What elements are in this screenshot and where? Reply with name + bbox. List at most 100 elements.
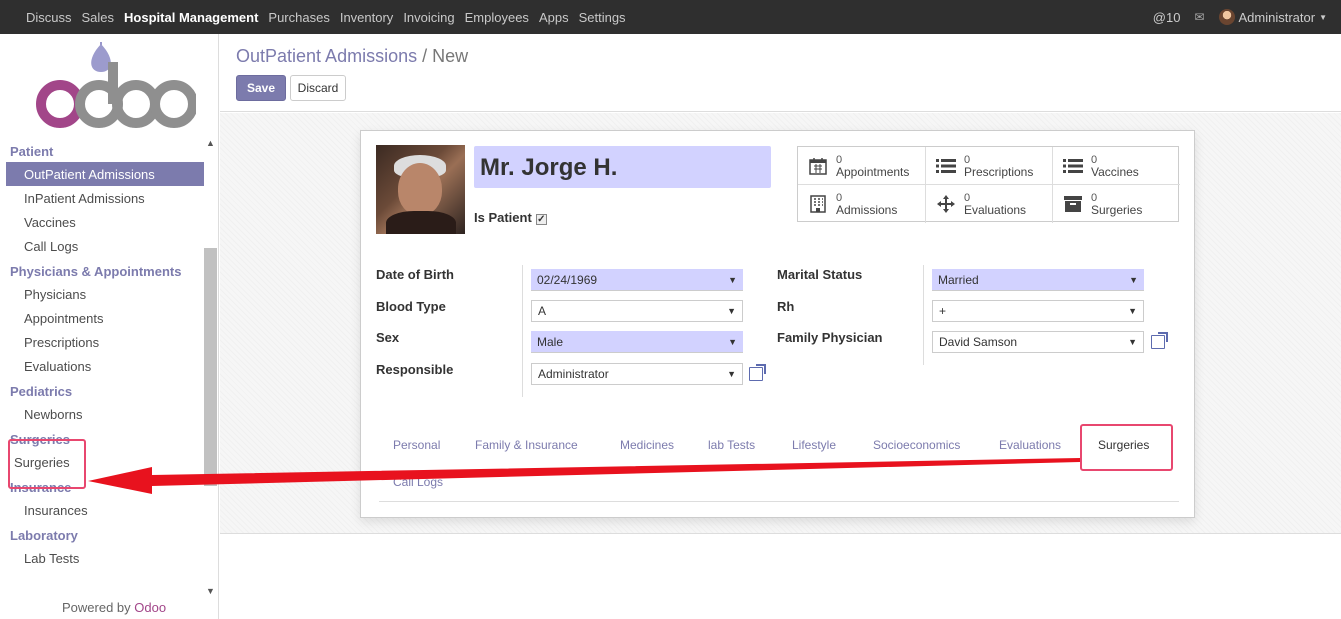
- sidebar-item-prescriptions[interactable]: Prescriptions: [6, 330, 204, 354]
- sidebar-item-inpatient-admissions[interactable]: InPatient Admissions: [6, 186, 204, 210]
- vaccines-stat-button[interactable]: 0 Vaccines: [1053, 147, 1180, 185]
- chat-button[interactable]: ✉: [1194, 10, 1204, 24]
- sex-select[interactable]: Male ▼: [531, 331, 743, 353]
- chevron-down-icon: ▼: [727, 306, 736, 316]
- dob-input[interactable]: 02/24/1969 ▼: [531, 269, 743, 291]
- stat-count: 0: [1091, 153, 1098, 166]
- top-menu: Discuss Sales Hospital Management Purcha…: [0, 10, 636, 25]
- user-name: Administrator: [1238, 9, 1316, 25]
- tab-call-logs[interactable]: Call Logs: [393, 475, 443, 489]
- discard-button[interactable]: Discard: [290, 75, 346, 101]
- chevron-down-icon: ▼: [1129, 274, 1138, 285]
- chevron-down-icon: ▼: [727, 369, 736, 379]
- stat-label: Prescriptions: [964, 164, 1034, 179]
- rh-value: +: [939, 304, 947, 318]
- blood-type-label: Blood Type: [376, 299, 446, 314]
- family-physician-value: David Samson: [939, 335, 1018, 349]
- save-button[interactable]: Save: [236, 75, 286, 101]
- sidebar-item-evaluations[interactable]: Evaluations: [6, 354, 204, 378]
- list-icon: [1063, 157, 1083, 175]
- sidebar-item-newborns[interactable]: Newborns: [6, 402, 204, 426]
- stat-count: 0: [964, 153, 971, 166]
- user-menu[interactable]: Administrator ▼: [1218, 9, 1327, 25]
- tab-medicines[interactable]: Medicines: [620, 438, 674, 452]
- tab-lifestyle[interactable]: Lifestyle: [792, 438, 836, 452]
- sidebar-item-call-logs[interactable]: Call Logs: [6, 234, 204, 258]
- is-patient-label: Is Patient: [474, 210, 532, 225]
- is-patient-checkbox[interactable]: ✓: [535, 214, 547, 225]
- rh-select[interactable]: + ▼: [932, 300, 1144, 322]
- tab-family-insurance[interactable]: Family & Insurance: [475, 438, 578, 452]
- menu-settings[interactable]: Settings: [579, 10, 626, 25]
- stat-label: Vaccines: [1091, 164, 1139, 179]
- menu-invoicing[interactable]: Invoicing: [403, 10, 454, 25]
- tab-surgeries[interactable]: Surgeries: [1098, 438, 1149, 452]
- sidebar-item-lab-tests[interactable]: Lab Tests: [6, 546, 204, 570]
- blood-type-select[interactable]: A ▼: [531, 300, 743, 322]
- external-link-icon[interactable]: [1151, 332, 1168, 349]
- tab-evaluations[interactable]: Evaluations: [999, 438, 1061, 452]
- powered-by-link[interactable]: Odoo: [134, 600, 166, 615]
- calendar-icon: [808, 157, 828, 175]
- avatar: [1218, 9, 1235, 25]
- appointments-stat-button[interactable]: 0 Appointments: [798, 147, 926, 185]
- stat-count: 0: [836, 153, 843, 166]
- marital-status-label: Marital Status: [777, 267, 863, 282]
- top-right-tools: @10 ✉ Administrator ▼: [1139, 9, 1341, 25]
- menu-apps[interactable]: Apps: [539, 10, 569, 25]
- sidebar-item-physicians[interactable]: Physicians: [6, 282, 204, 306]
- menu-sales[interactable]: Sales: [82, 10, 115, 25]
- sidebar-scrollbar[interactable]: [204, 248, 217, 486]
- powered-by-prefix: Powered by: [62, 600, 131, 615]
- tab-lab-tests[interactable]: lab Tests: [708, 438, 755, 452]
- sex-value: Male: [537, 334, 564, 349]
- powered-by: Powered by Odoo: [62, 600, 166, 615]
- menu-inventory[interactable]: Inventory: [340, 10, 393, 25]
- scroll-up-icon[interactable]: ▲: [206, 138, 215, 148]
- menu-purchases[interactable]: Purchases: [268, 10, 329, 25]
- responsible-select[interactable]: Administrator ▼: [531, 363, 743, 385]
- breadcrumb-current: New: [432, 46, 469, 66]
- rh-label: Rh: [777, 299, 795, 314]
- control-panel: OutPatient Admissions / New Save Discard: [220, 34, 1341, 112]
- family-physician-select[interactable]: David Samson ▼: [932, 331, 1144, 353]
- sidebar-section-pediatrics: Pediatrics: [10, 384, 73, 399]
- tab-socioeconomics[interactable]: Socioeconomics: [873, 438, 960, 452]
- responsible-value: Administrator: [538, 367, 609, 381]
- sidebar-item-appointments[interactable]: Appointments: [6, 306, 204, 330]
- admissions-stat-button[interactable]: 0 Admissions: [798, 185, 926, 223]
- sidebar-menu: Patient OutPatient Admissions InPatient …: [6, 138, 204, 570]
- menu-discuss[interactable]: Discuss: [26, 10, 72, 25]
- is-patient-field: Is Patient ✓: [474, 210, 547, 225]
- odoo-logo[interactable]: [26, 42, 196, 142]
- prescriptions-stat-button[interactable]: 0 Prescriptions: [926, 147, 1053, 185]
- evaluations-stat-button[interactable]: 0 Evaluations: [926, 185, 1053, 223]
- marital-status-select[interactable]: Married ▼: [932, 269, 1144, 291]
- surgeries-stat-button[interactable]: 0 Surgeries: [1053, 185, 1180, 223]
- stat-label: Appointments: [836, 164, 910, 179]
- breadcrumb-separator: /: [422, 46, 428, 66]
- mentions-count: @10: [1152, 9, 1181, 25]
- archive-icon: [1063, 195, 1083, 213]
- chevron-down-icon: ▼: [1128, 337, 1137, 347]
- breadcrumb-parent[interactable]: OutPatient Admissions: [236, 46, 417, 66]
- sidebar-item-outpatient-admissions[interactable]: OutPatient Admissions: [6, 162, 204, 186]
- menu-employees[interactable]: Employees: [465, 10, 529, 25]
- patient-name-input[interactable]: Mr. Jorge H.: [474, 146, 771, 188]
- patient-photo[interactable]: [376, 145, 465, 234]
- sex-label: Sex: [376, 330, 400, 345]
- chevron-down-icon: ▼: [1319, 12, 1327, 22]
- scroll-down-icon[interactable]: ▼: [206, 586, 215, 596]
- sidebar-item-insurances[interactable]: Insurances: [6, 498, 204, 522]
- mentions-button[interactable]: @10: [1153, 10, 1181, 25]
- sidebar-section-patient: Patient: [10, 144, 54, 159]
- chat-icon: ✉: [1194, 10, 1205, 24]
- tab-personal[interactable]: Personal: [393, 438, 440, 452]
- stat-label: Evaluations: [964, 203, 1027, 217]
- menu-hospital-management[interactable]: Hospital Management: [124, 10, 258, 25]
- external-link-icon[interactable]: [749, 364, 766, 381]
- chevron-down-icon: ▼: [1128, 306, 1137, 316]
- tabs-underline: [379, 501, 1179, 502]
- sidebar-item-vaccines[interactable]: Vaccines: [6, 210, 204, 234]
- chevron-down-icon: ▼: [728, 336, 737, 347]
